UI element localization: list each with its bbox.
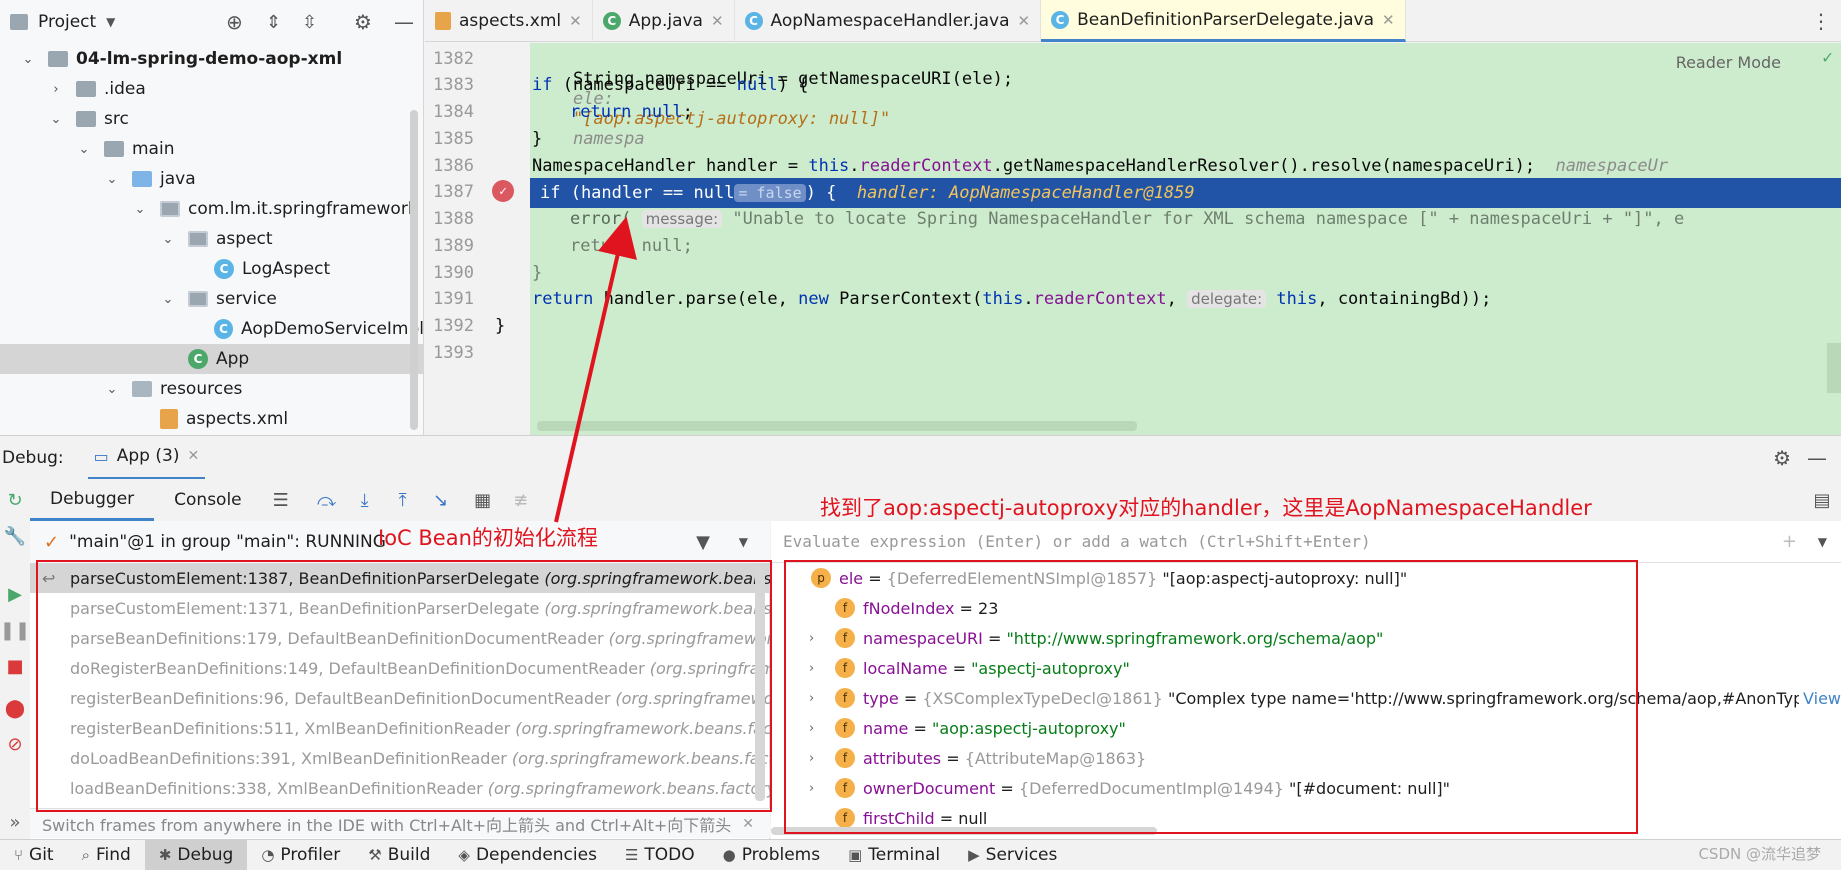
annotation-arrow xyxy=(554,216,637,523)
arrow-line xyxy=(554,216,637,523)
